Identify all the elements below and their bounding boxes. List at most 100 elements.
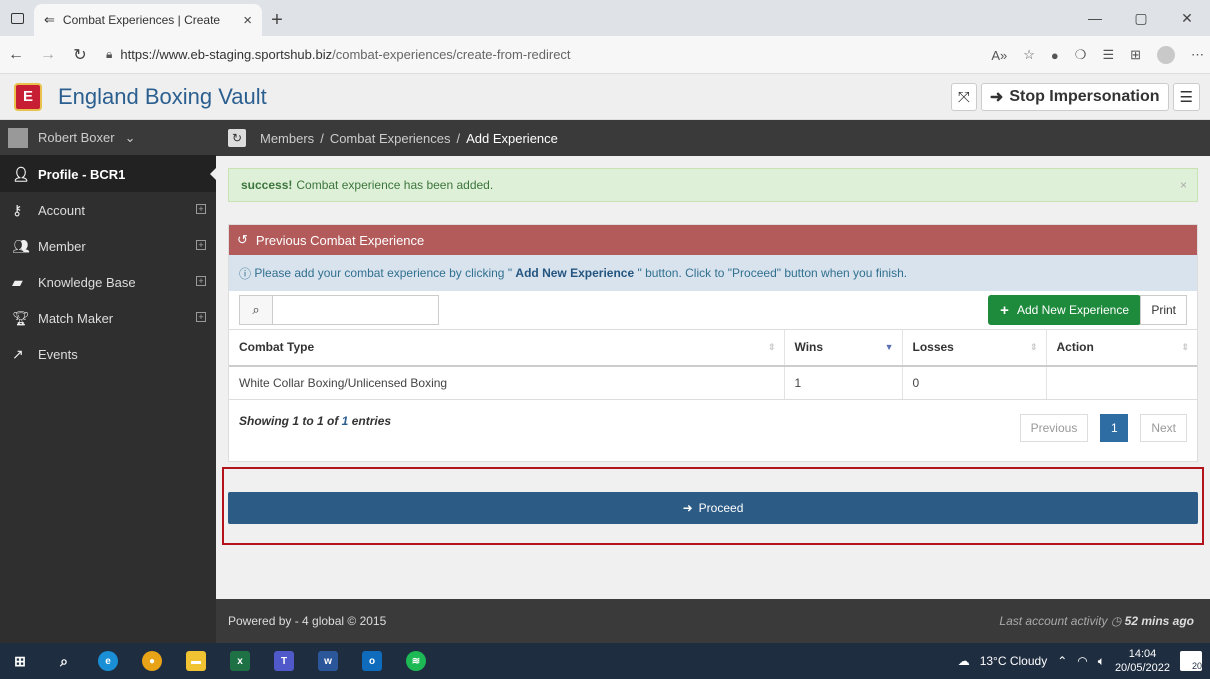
entries-prefix: Showing 1 to 1 of — [239, 414, 339, 428]
expand-plus-icon[interactable]: + — [196, 312, 206, 322]
user-name: Robert Boxer — [38, 130, 115, 145]
menu-toggle-button[interactable]: ☰ — [1172, 83, 1200, 111]
main-content: success! Combat experience has been added… — [216, 156, 1210, 599]
back-button[interactable]: ← — [0, 46, 32, 64]
clock-time: 14:04 — [1128, 648, 1157, 660]
tab-title: Combat Experiences | Create — [62, 13, 221, 27]
close-window-button[interactable]: ✕ — [1164, 0, 1210, 36]
browser-tab[interactable]: ⇐ Combat Experiences | Create × — [34, 4, 262, 36]
proceed-label: Proceed — [698, 501, 744, 515]
expand-plus-icon[interactable]: + — [196, 240, 206, 250]
clock[interactable]: 14:04 20/05/2022 — [1115, 647, 1170, 675]
info-icon: ⓘ — [239, 266, 255, 281]
edge-icon[interactable]: e — [98, 651, 118, 671]
chevron-up-icon[interactable]: ⌃ — [1057, 654, 1067, 668]
network-icon[interactable]: ◠ — [1077, 654, 1087, 668]
brand-title[interactable]: England Boxing Vault — [58, 84, 267, 110]
file-explorer-icon[interactable]: ▬ — [186, 651, 206, 671]
extension-icon[interactable]: ● — [1051, 48, 1059, 63]
sort-icon: ⇕ — [1029, 342, 1038, 352]
tab-favicon-icon: ⇐ — [44, 12, 55, 27]
refresh-button[interactable]: ↻ — [64, 45, 96, 65]
refresh-icon[interactable]: ↻ — [228, 129, 246, 147]
expand-plus-icon[interactable]: + — [196, 204, 206, 214]
pagination: Previous 1 Next — [1019, 414, 1187, 442]
collections-icon[interactable]: ⊞ — [1130, 47, 1141, 63]
info-notice: ⓘ Please add your combat experience by c… — [229, 255, 1197, 291]
pagination-previous[interactable]: Previous — [1019, 414, 1089, 442]
tab-close-icon[interactable]: × — [243, 12, 252, 29]
search-button[interactable]: ⌕ — [239, 295, 273, 325]
column-label: Wins — [794, 340, 824, 355]
sort-icon: ⇕ — [1181, 342, 1189, 352]
url-host: https://www.eb-staging.sportshub.biz — [120, 47, 333, 62]
sign-out-icon: ➜ — [989, 89, 1004, 106]
column-wins[interactable]: Wins ▼ — [783, 329, 902, 367]
add-new-experience-button[interactable]: + Add New Experience — [988, 295, 1141, 325]
stop-impersonation-button[interactable]: ➜ Stop Impersonation — [980, 83, 1169, 111]
spotify-icon[interactable]: ≋ — [406, 651, 426, 671]
breadcrumb: ↻ Members / Combat Experiences / Add Exper… — [216, 120, 1210, 156]
sidebar-item-events[interactable]: ↗ Events — [0, 336, 216, 372]
restore-button[interactable]: ▢ — [1118, 0, 1164, 36]
forward-button[interactable]: → — [32, 46, 64, 64]
favorite-star-icon[interactable]: ☆ — [1023, 47, 1035, 63]
windows-taskbar: ⊞ ⌕ e ● ▬ x T w o ≋ ☁ 13°C Cloudy ⌃ ◠ 🔈︎… — [0, 643, 1210, 679]
chevron-down-icon: ⌄ — [124, 129, 136, 145]
url-field[interactable]: 🔒︎ https://www.eb-staging.sportshub.biz/… — [106, 47, 806, 62]
breadcrumb-members[interactable]: Members — [260, 131, 314, 146]
alert-message: Combat experience has been added. — [296, 178, 494, 192]
breadcrumb-combat-experiences[interactable]: Combat Experiences — [330, 131, 451, 146]
user-menu[interactable]: Robert Boxer ⌄ — [0, 120, 216, 156]
sidebar-item-match-maker[interactable]: 🏆︎ Match Maker + — [0, 300, 216, 336]
column-losses[interactable]: Losses ⇕ — [901, 329, 1046, 367]
new-tab-button[interactable]: + — [262, 4, 292, 36]
extensions-puzzle-icon[interactable]: ❍ — [1075, 47, 1087, 63]
weather-text[interactable]: 13°C Cloudy — [980, 654, 1048, 668]
powered-by: Powered by - 4 global © 2015 — [228, 614, 387, 628]
tab-actions-button[interactable] — [0, 0, 34, 36]
excel-icon[interactable]: x — [230, 651, 250, 671]
sidebar-item-member[interactable]: 👥︎ Member + — [0, 228, 216, 264]
browser-tabstrip: ⇐ Combat Experiences | Create × + — ▢ ✕ — [0, 0, 1210, 36]
word-icon[interactable]: w — [318, 651, 338, 671]
sidebar-item-label: Knowledge Base — [38, 274, 136, 290]
minimize-button[interactable]: — — [1072, 0, 1118, 36]
system-tray: ☁ 13°C Cloudy ⌃ ◠ 🔈︎ 14:04 20/05/2022 20 — [958, 643, 1210, 679]
search-icon[interactable]: ⌕ — [54, 651, 74, 671]
entries-info: Showing 1 to 1 of 1 entries — [239, 414, 391, 428]
teams-icon[interactable]: T — [274, 651, 294, 671]
last-activity-prefix: Last account activity — [999, 614, 1108, 628]
notifications-icon[interactable]: 20 — [1180, 651, 1202, 671]
volume-icon[interactable]: 🔈︎ — [1098, 654, 1105, 669]
address-bar: ← → ↻ 🔒︎ https://www.eb-staging.sportshu… — [0, 36, 1210, 74]
outlook-icon[interactable]: o — [362, 651, 382, 671]
fullscreen-button[interactable]: ⤧ — [950, 83, 977, 111]
app-header: E England Boxing Vault ⤧ ➜ Stop Impersona… — [0, 74, 1210, 120]
book-icon: ▰ — [12, 273, 23, 290]
site-info-icon[interactable]: 🔒︎ — [106, 47, 112, 62]
print-button[interactable]: Print — [1140, 295, 1187, 325]
proceed-button[interactable]: ➜ Proceed — [228, 492, 1198, 524]
close-icon[interactable]: × — [1180, 178, 1187, 192]
sidebar-item-label: Profile - BCR1 — [38, 166, 126, 182]
breadcrumb-current: Add Experience — [466, 130, 558, 146]
windows-start-icon[interactable]: ⊞ — [10, 651, 30, 671]
column-action[interactable]: Action ⇕ — [1045, 329, 1197, 367]
expand-icon: ⤧ — [957, 88, 970, 106]
favorites-list-icon[interactable]: ☰ — [1102, 47, 1114, 63]
chrome-icon[interactable]: ● — [142, 651, 162, 671]
entries-total: 1 — [341, 414, 349, 428]
column-combat-type[interactable]: Combat Type ⇕ — [229, 329, 784, 367]
pagination-next[interactable]: Next — [1140, 414, 1187, 442]
sidebar-item-knowledge-base[interactable]: ▰ Knowledge Base + — [0, 264, 216, 300]
brand-logo[interactable]: E — [14, 82, 42, 111]
expand-plus-icon[interactable]: + — [196, 276, 206, 286]
more-menu-icon[interactable]: ⋯ — [1191, 47, 1204, 63]
sidebar-item-account[interactable]: ⚷ Account + — [0, 192, 216, 228]
profile-avatar-icon[interactable] — [1157, 46, 1175, 64]
sidebar-item-profile[interactable]: 👤︎ Profile - BCR1 — [0, 156, 216, 192]
pagination-page-current[interactable]: 1 — [1100, 414, 1129, 442]
search-input[interactable] — [273, 295, 439, 325]
read-aloud-icon[interactable]: A» — [991, 48, 1007, 63]
